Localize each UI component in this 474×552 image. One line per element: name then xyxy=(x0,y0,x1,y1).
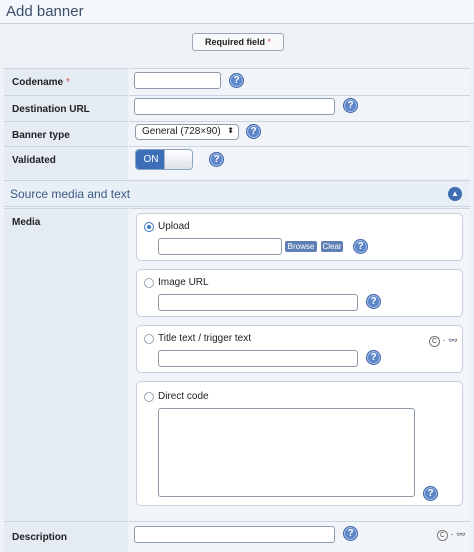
browse-button[interactable]: Browse xyxy=(285,241,317,252)
title-text-label: Title text / trigger text xyxy=(158,333,251,344)
upload-label: Upload xyxy=(158,221,190,232)
required-star: * xyxy=(267,37,272,47)
upload-radio[interactable] xyxy=(144,222,154,232)
direct-code-textarea[interactable] xyxy=(158,408,415,497)
banner-type-label: Banner type xyxy=(12,130,70,141)
description-label: Description xyxy=(12,532,68,543)
title-text-radio[interactable] xyxy=(144,334,154,344)
select-caret-icon: ⬍ xyxy=(227,126,234,135)
banner-type-help-icon[interactable]: ? xyxy=(246,124,261,139)
media-label: Media xyxy=(12,217,41,228)
codename-input[interactable] xyxy=(134,72,221,89)
codename-label: Codename xyxy=(12,77,64,88)
source-media-section-header[interactable]: Source media and text ▲ xyxy=(4,180,470,207)
validated-label-cell: Validated xyxy=(4,146,128,179)
description-input[interactable] xyxy=(134,526,335,543)
codename-required-star: * xyxy=(65,77,70,88)
description-label-cell: Description xyxy=(4,521,128,552)
description-glasses-icon[interactable]: 👓 xyxy=(456,530,466,539)
upload-panel: Upload Browse Clear ? xyxy=(136,213,463,261)
title-text-mini-icons: C · 👓 xyxy=(429,335,458,347)
direct-code-panel: Direct code ? xyxy=(136,381,463,506)
destination-url-label: Destination URL xyxy=(12,104,90,115)
direct-code-help-icon[interactable]: ? xyxy=(423,486,438,501)
media-label-cell: Media xyxy=(4,208,128,521)
collapse-chevron-up-icon[interactable]: ▲ xyxy=(448,187,462,201)
destination-url-input[interactable] xyxy=(134,98,335,115)
description-copyright-icon[interactable]: C xyxy=(437,530,448,541)
banner-type-select[interactable]: General (728×90) ⬍ xyxy=(135,124,239,140)
title-text-input[interactable] xyxy=(158,350,358,367)
destination-url-help-icon[interactable]: ? xyxy=(343,98,358,113)
required-field-label: Required field xyxy=(204,37,265,47)
image-url-help-icon[interactable]: ? xyxy=(366,294,381,309)
upload-file-input[interactable] xyxy=(158,238,282,255)
title-text-panel: Title text / trigger text C · 👓 ? xyxy=(136,325,463,373)
direct-code-label: Direct code xyxy=(158,391,209,402)
image-url-input[interactable] xyxy=(158,294,358,311)
validated-toggle[interactable]: ON xyxy=(135,149,193,170)
mini-icon-separator: · xyxy=(442,335,446,345)
codename-label-cell: Codename * xyxy=(4,68,128,95)
required-field-note: Required field * xyxy=(192,33,284,51)
banner-type-selected-value: General (728×90) xyxy=(142,126,221,137)
codename-help-icon[interactable]: ? xyxy=(229,73,244,88)
upload-help-icon[interactable]: ? xyxy=(353,239,368,254)
description-mini-icon-separator: · xyxy=(450,529,454,539)
title-text-help-icon[interactable]: ? xyxy=(366,350,381,365)
page-title: Add banner xyxy=(0,0,474,24)
destination-url-label-cell: Destination URL xyxy=(4,95,128,121)
image-url-panel: Image URL ? xyxy=(136,269,463,317)
validated-toggle-knob xyxy=(164,150,192,169)
validated-help-icon[interactable]: ? xyxy=(209,152,224,167)
glasses-icon[interactable]: 👓 xyxy=(448,336,458,345)
banner-type-label-cell: Banner type xyxy=(4,121,128,146)
copyright-icon[interactable]: C xyxy=(429,336,440,347)
validated-label: Validated xyxy=(12,155,56,166)
description-mini-icons: C · 👓 xyxy=(437,529,466,541)
direct-code-radio[interactable] xyxy=(144,392,154,402)
image-url-radio[interactable] xyxy=(144,278,154,288)
description-help-icon[interactable]: ? xyxy=(343,526,358,541)
image-url-label: Image URL xyxy=(158,277,209,288)
clear-button[interactable]: Clear xyxy=(321,241,343,252)
validated-toggle-state: ON xyxy=(136,150,166,169)
section-title: Source media and text xyxy=(10,187,131,201)
